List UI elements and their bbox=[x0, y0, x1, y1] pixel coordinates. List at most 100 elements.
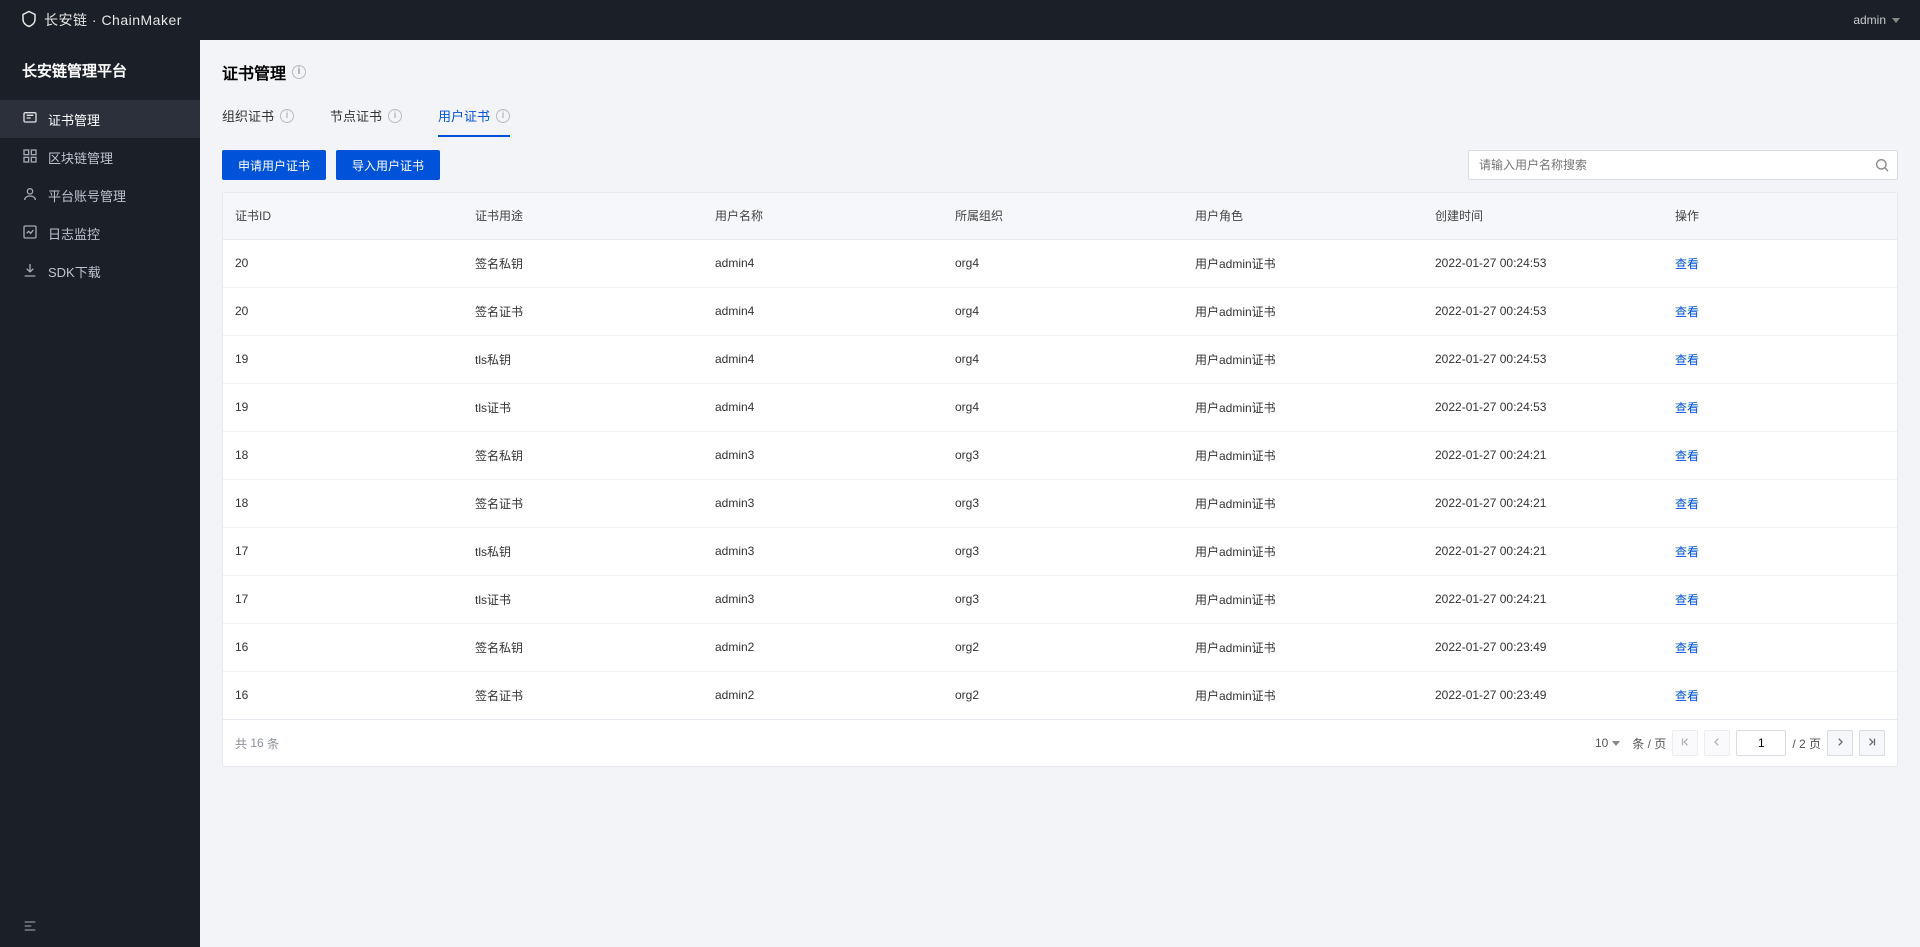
cell-usage: 签名私钥 bbox=[463, 623, 703, 671]
user-icon bbox=[22, 186, 38, 205]
cell-role: 用户admin证书 bbox=[1183, 575, 1423, 623]
col-role: 用户角色 bbox=[1183, 193, 1423, 239]
import-cert-button[interactable]: 导入用户证书 bbox=[336, 150, 440, 180]
cell-user: admin4 bbox=[703, 287, 943, 335]
table-header-row: 证书ID 证书用途 用户名称 所属组织 用户角色 创建时间 操作 bbox=[223, 193, 1897, 239]
user-name: admin bbox=[1853, 13, 1886, 27]
cell-id: 17 bbox=[223, 527, 463, 575]
cell-org: org3 bbox=[943, 479, 1183, 527]
page-size-value: 10 bbox=[1595, 736, 1608, 750]
cell-usage: 签名私钥 bbox=[463, 431, 703, 479]
sidebar-item-accounts[interactable]: 平台账号管理 bbox=[0, 176, 200, 214]
cell-org: org2 bbox=[943, 623, 1183, 671]
tab-node-cert[interactable]: 节点证书 i bbox=[330, 100, 402, 137]
sidebar-collapse[interactable] bbox=[0, 907, 200, 947]
tab-user-cert[interactable]: 用户证书 i bbox=[438, 100, 510, 137]
cell-role: 用户admin证书 bbox=[1183, 671, 1423, 719]
cell-role: 用户admin证书 bbox=[1183, 479, 1423, 527]
brand-text: 长安链 · ChainMaker bbox=[44, 10, 182, 30]
col-action: 操作 bbox=[1663, 193, 1897, 239]
page-title-row: 证书管理 i bbox=[214, 54, 1906, 90]
tab-label: 用户证书 bbox=[438, 106, 490, 125]
cell-created: 2022-01-27 00:24:53 bbox=[1423, 287, 1663, 335]
total-pages: / 2 页 bbox=[1792, 735, 1821, 752]
sidebar-item-sdk[interactable]: SDK下载 bbox=[0, 252, 200, 290]
view-link[interactable]: 查看 bbox=[1675, 305, 1699, 319]
cell-usage: 签名证书 bbox=[463, 287, 703, 335]
sidebar-item-logs[interactable]: 日志监控 bbox=[0, 214, 200, 252]
search-icon[interactable] bbox=[1874, 157, 1890, 173]
topbar: 长安链 · ChainMaker admin bbox=[0, 0, 1920, 40]
pagination: 10 条 / 页 / 2 页 bbox=[1595, 730, 1885, 756]
search-input[interactable] bbox=[1468, 150, 1898, 180]
table-row: 18签名证书admin3org3用户admin证书2022-01-27 00:2… bbox=[223, 479, 1897, 527]
info-icon[interactable]: i bbox=[292, 65, 306, 79]
cell-user: admin4 bbox=[703, 239, 943, 287]
view-link[interactable]: 查看 bbox=[1675, 593, 1699, 607]
view-link[interactable]: 查看 bbox=[1675, 353, 1699, 367]
cell-created: 2022-01-27 00:24:21 bbox=[1423, 527, 1663, 575]
page-input[interactable] bbox=[1736, 730, 1786, 756]
tab-label: 节点证书 bbox=[330, 106, 382, 125]
caret-down-icon bbox=[1612, 741, 1620, 746]
view-link[interactable]: 查看 bbox=[1675, 257, 1699, 271]
cell-action: 查看 bbox=[1663, 623, 1897, 671]
cell-org: org4 bbox=[943, 239, 1183, 287]
apply-cert-button[interactable]: 申请用户证书 bbox=[222, 150, 326, 180]
cell-action: 查看 bbox=[1663, 671, 1897, 719]
page-next-button[interactable] bbox=[1827, 730, 1853, 756]
cell-created: 2022-01-27 00:23:49 bbox=[1423, 623, 1663, 671]
view-link[interactable]: 查看 bbox=[1675, 545, 1699, 559]
page-title: 证书管理 bbox=[222, 60, 286, 84]
cell-id: 19 bbox=[223, 383, 463, 431]
cell-org: org4 bbox=[943, 287, 1183, 335]
total-prefix: 共 bbox=[235, 735, 247, 752]
cell-org: org3 bbox=[943, 431, 1183, 479]
cell-id: 16 bbox=[223, 671, 463, 719]
cell-id: 18 bbox=[223, 479, 463, 527]
table-row: 17tls私钥admin3org3用户admin证书2022-01-27 00:… bbox=[223, 527, 1897, 575]
sidebar-item-chain[interactable]: 区块链管理 bbox=[0, 138, 200, 176]
cell-id: 20 bbox=[223, 287, 463, 335]
cell-id: 20 bbox=[223, 239, 463, 287]
info-icon[interactable]: i bbox=[280, 109, 294, 123]
cell-created: 2022-01-27 00:24:53 bbox=[1423, 239, 1663, 287]
tab-org-cert[interactable]: 组织证书 i bbox=[222, 100, 294, 137]
last-icon bbox=[1867, 736, 1877, 750]
col-user: 用户名称 bbox=[703, 193, 943, 239]
cell-role: 用户admin证书 bbox=[1183, 527, 1423, 575]
user-menu[interactable]: admin bbox=[1853, 13, 1900, 27]
cell-created: 2022-01-27 00:24:21 bbox=[1423, 479, 1663, 527]
page-prev-button[interactable] bbox=[1704, 730, 1730, 756]
tab-label: 组织证书 bbox=[222, 106, 274, 125]
sidebar-item-label: 区块链管理 bbox=[48, 148, 113, 167]
table-row: 16签名证书admin2org2用户admin证书2022-01-27 00:2… bbox=[223, 671, 1897, 719]
view-link[interactable]: 查看 bbox=[1675, 401, 1699, 415]
view-link[interactable]: 查看 bbox=[1675, 689, 1699, 703]
first-icon bbox=[1680, 736, 1690, 750]
page-last-button[interactable] bbox=[1859, 730, 1885, 756]
cell-id: 17 bbox=[223, 575, 463, 623]
info-icon[interactable]: i bbox=[496, 109, 510, 123]
cell-role: 用户admin证书 bbox=[1183, 239, 1423, 287]
main: 证书管理 i 组织证书 i 节点证书 i 用户证书 i 申请用户证书 bbox=[200, 40, 1920, 947]
view-link[interactable]: 查看 bbox=[1675, 641, 1699, 655]
info-icon[interactable]: i bbox=[388, 109, 402, 123]
view-link[interactable]: 查看 bbox=[1675, 497, 1699, 511]
table-row: 20签名私钥admin4org4用户admin证书2022-01-27 00:2… bbox=[223, 239, 1897, 287]
chain-icon bbox=[22, 148, 38, 167]
cell-action: 查看 bbox=[1663, 383, 1897, 431]
cell-role: 用户admin证书 bbox=[1183, 335, 1423, 383]
col-cert-id: 证书ID bbox=[223, 193, 463, 239]
page-size-select[interactable]: 10 bbox=[1595, 736, 1620, 750]
cell-usage: tls证书 bbox=[463, 575, 703, 623]
sidebar-item-cert[interactable]: 证书管理 bbox=[0, 100, 200, 138]
cell-action: 查看 bbox=[1663, 335, 1897, 383]
cell-action: 查看 bbox=[1663, 575, 1897, 623]
view-link[interactable]: 查看 bbox=[1675, 449, 1699, 463]
page-first-button[interactable] bbox=[1672, 730, 1698, 756]
cell-action: 查看 bbox=[1663, 287, 1897, 335]
sidebar-item-label: 日志监控 bbox=[48, 224, 100, 243]
sidebar-item-label: 证书管理 bbox=[48, 110, 100, 129]
cell-user: admin4 bbox=[703, 383, 943, 431]
